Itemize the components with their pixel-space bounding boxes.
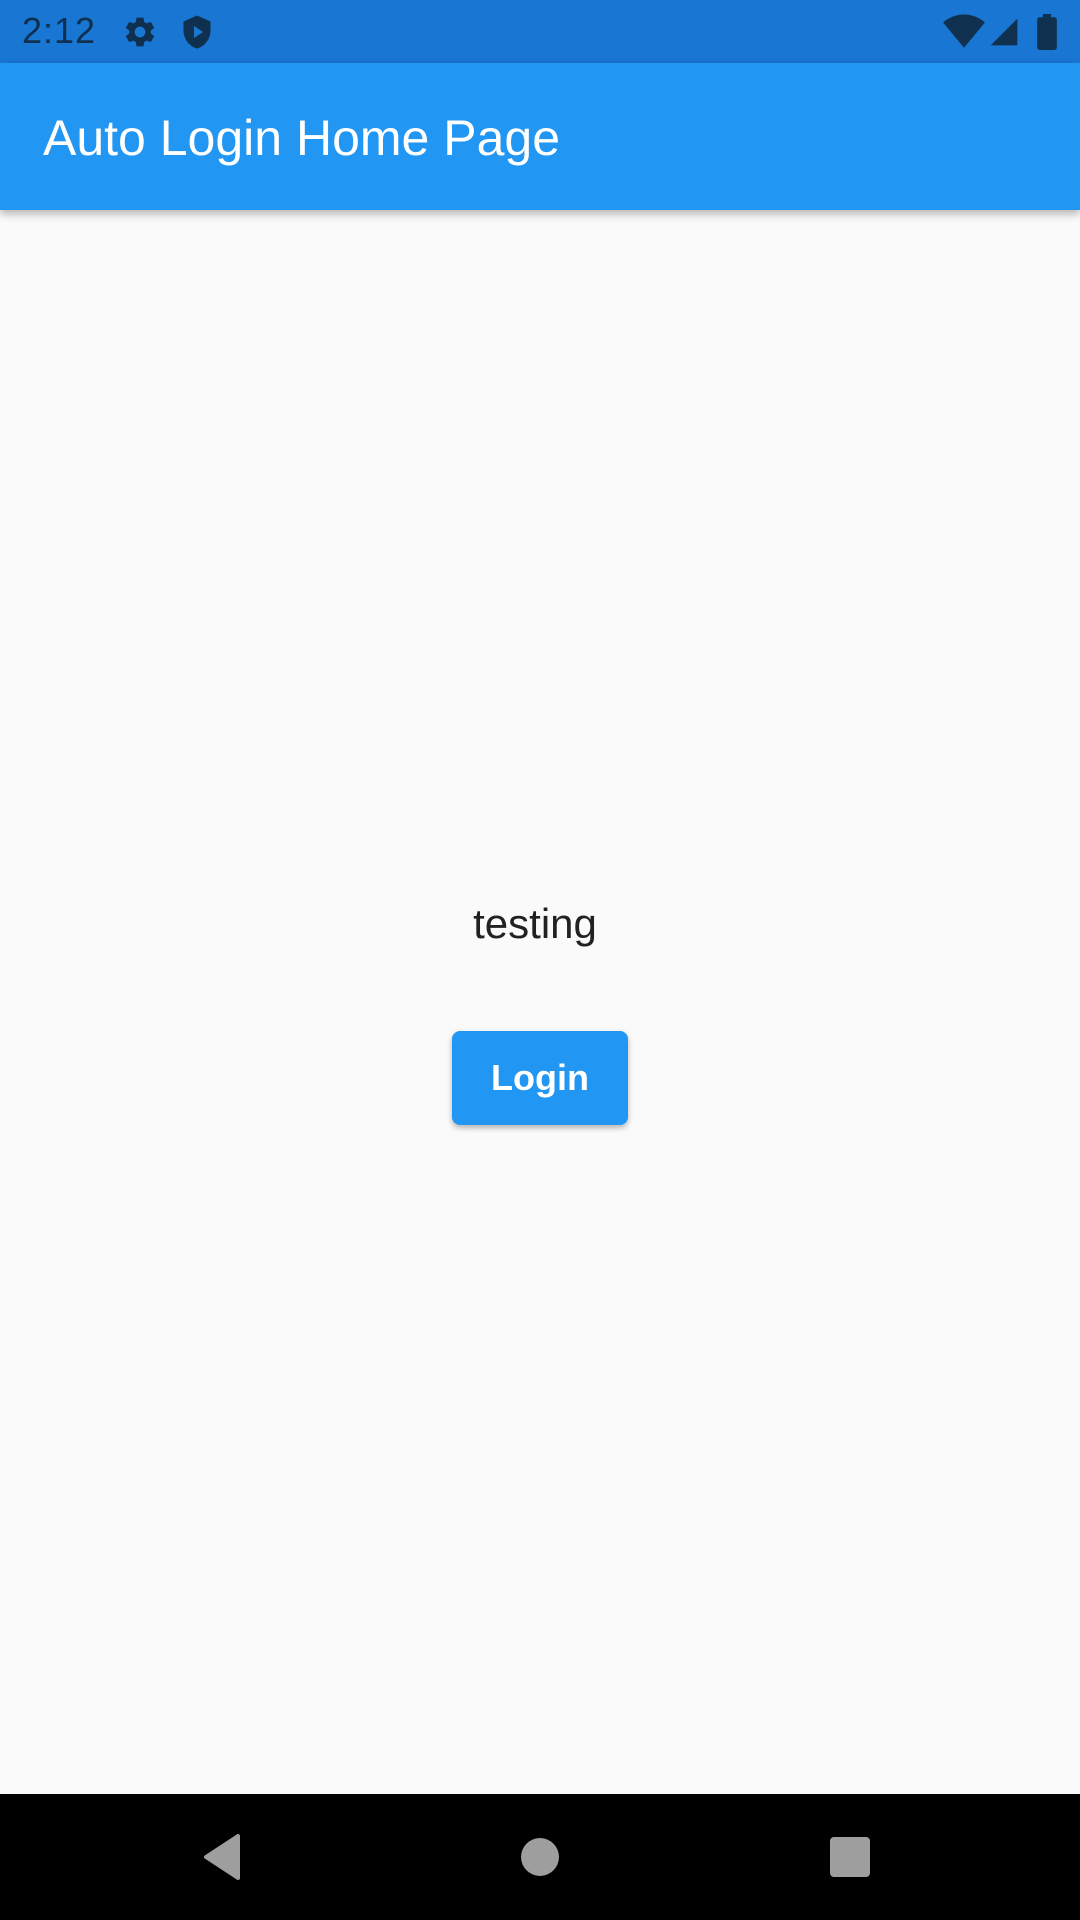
navigation-bar <box>0 1794 1080 1920</box>
home-icon[interactable] <box>507 1824 573 1890</box>
main-content: testing Login <box>0 210 1080 1794</box>
recents-icon[interactable] <box>817 1824 883 1890</box>
status-time: 2:12 <box>22 10 97 51</box>
cell-signal-icon <box>988 14 1024 50</box>
app-bar: Auto Login Home Page <box>0 63 1080 210</box>
back-icon[interactable] <box>190 1824 256 1890</box>
message-text: testing <box>473 900 597 947</box>
battery-icon <box>1036 14 1060 50</box>
shield-play-icon <box>179 14 215 50</box>
login-button[interactable]: Login <box>452 1031 628 1125</box>
screen: 2:12 Auto Login Home Page testing Login <box>0 0 1080 1920</box>
page-title: Auto Login Home Page <box>43 110 561 166</box>
status-bar: 2:12 <box>0 0 1080 63</box>
wifi-icon <box>943 14 985 50</box>
gear-icon <box>122 14 158 50</box>
